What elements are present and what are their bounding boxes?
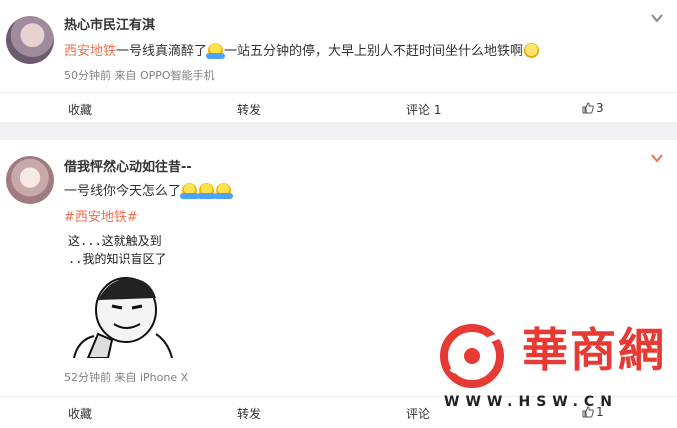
- user-name[interactable]: 借我怦然心动如往昔--: [64, 156, 192, 175]
- hug-emoji-icon: [206, 43, 226, 59]
- meme-face-icon: [73, 277, 173, 358]
- thumbs-up-icon: [582, 102, 594, 114]
- avatar[interactable]: [6, 156, 54, 204]
- repost-button[interactable]: 转发: [237, 101, 261, 118]
- hug-emoji-icon: [180, 183, 200, 199]
- smile-emoji-icon: [524, 43, 540, 58]
- comment-button[interactable]: 评论: [406, 405, 430, 422]
- post-link[interactable]: 西安地铁: [64, 44, 116, 59]
- meme-image[interactable]: 这...这就触及到 ..我的知识盲区了: [64, 226, 180, 358]
- chevron-down-icon[interactable]: [649, 150, 665, 164]
- repost-button[interactable]: 转发: [237, 405, 261, 422]
- chevron-down-icon[interactable]: [649, 10, 665, 24]
- hug-emoji-icon: [214, 183, 234, 199]
- post-meta: 52分钟前 来自 iPhone X: [64, 371, 189, 384]
- action-bar: 收藏 转发 评论 1 3: [0, 92, 677, 124]
- user-name[interactable]: 热心市民江有淇: [64, 14, 155, 33]
- image-caption-line-1: 这...这就触及到: [68, 234, 162, 248]
- topic-link[interactable]: #西安地铁#: [64, 206, 138, 225]
- post-text: 一号线你今天怎么了: [64, 180, 234, 199]
- collect-button[interactable]: 收藏: [68, 405, 92, 422]
- avatar[interactable]: [6, 16, 54, 64]
- post-card-1: 热心市民江有淇 西安地铁一号线真滴醉了 一站五分钟的停，大早上别人不赶时间坐什么地…: [0, 0, 677, 122]
- collect-button[interactable]: 收藏: [68, 101, 92, 118]
- like-button[interactable]: 3: [582, 101, 604, 115]
- hug-emoji-icon: [197, 183, 217, 199]
- post-text: 西安地铁一号线真滴醉了 一站五分钟的停，大早上别人不赶时间坐什么地铁啊: [64, 40, 540, 59]
- image-caption-line-2: ..我的知识盲区了: [68, 252, 167, 266]
- watermark-url: WWW.HSW.CN: [444, 394, 618, 410]
- watermark-brand: 華商網: [522, 323, 666, 377]
- post-meta: 50分钟前 来自 OPPO智能手机: [64, 69, 215, 82]
- comment-button[interactable]: 评论 1: [406, 101, 441, 118]
